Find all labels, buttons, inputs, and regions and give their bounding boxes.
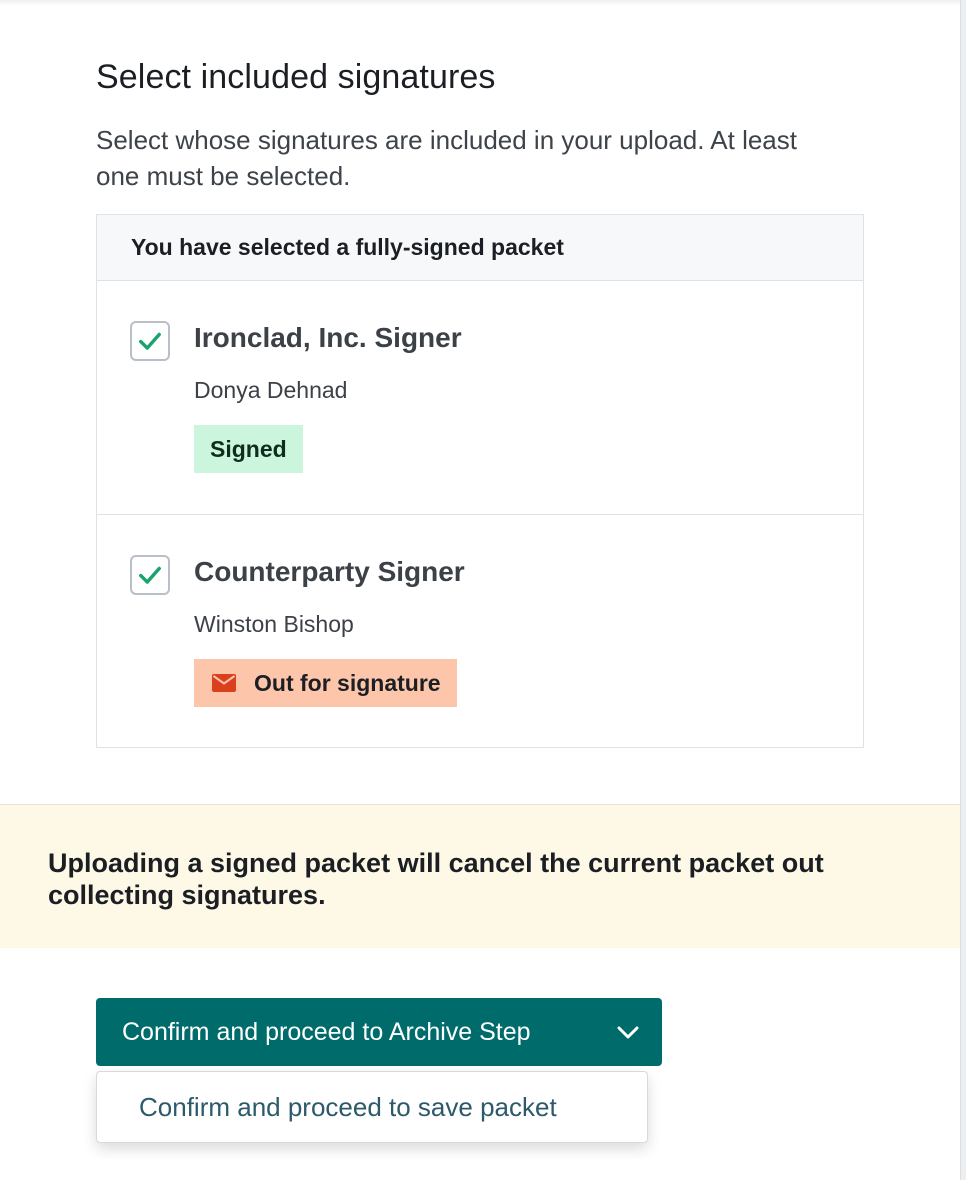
- signer-name: Donya Dehnad: [194, 377, 348, 403]
- confirm-archive-button[interactable]: Confirm and proceed to Archive Step: [96, 998, 662, 1066]
- warning-text: Uploading a signed packet will cancel th…: [48, 848, 824, 910]
- top-shadow: [0, 0, 960, 6]
- signer-row: Ironclad, Inc. Signer Donya Dehnad Signe…: [97, 281, 863, 515]
- page-description: Select whose signatures are included in …: [96, 125, 797, 191]
- chevron-down-icon[interactable]: [616, 1020, 640, 1044]
- checkmark-icon: [139, 332, 161, 350]
- signature-selection-section: Select included signatures Select whose …: [96, 56, 864, 748]
- status-badge-signed: Signed: [194, 425, 303, 473]
- right-edge: [960, 0, 966, 1180]
- checkmark-icon: [139, 566, 161, 584]
- signers-panel: You have selected a fully-signed packet …: [96, 214, 864, 748]
- action-dropdown-menu: Confirm and proceed to save packet: [96, 1071, 648, 1143]
- signer-row: Counterparty Signer Winston Bishop Out f…: [97, 515, 863, 747]
- menu-item-save-packet[interactable]: Confirm and proceed to save packet: [97, 1072, 647, 1142]
- cancel-warning-banner: Uploading a signed packet will cancel th…: [0, 804, 960, 948]
- signer-role: Counterparty Signer: [194, 556, 465, 587]
- signer-role: Ironclad, Inc. Signer: [194, 322, 462, 353]
- confirm-archive-label: Confirm and proceed to Archive Step: [122, 1017, 531, 1046]
- page-title: Select included signatures: [96, 58, 496, 96]
- mail-icon: [212, 674, 236, 692]
- signer-checkbox-counterparty[interactable]: [130, 555, 170, 595]
- status-badge-out-for-signature: Out for signature: [194, 659, 457, 707]
- status-badge-label: Signed: [210, 435, 287, 462]
- signer-checkbox-ironclad[interactable]: [130, 321, 170, 361]
- signer-name: Winston Bishop: [194, 611, 354, 637]
- panel-header: You have selected a fully-signed packet: [97, 215, 863, 281]
- status-badge-label: Out for signature: [254, 669, 441, 696]
